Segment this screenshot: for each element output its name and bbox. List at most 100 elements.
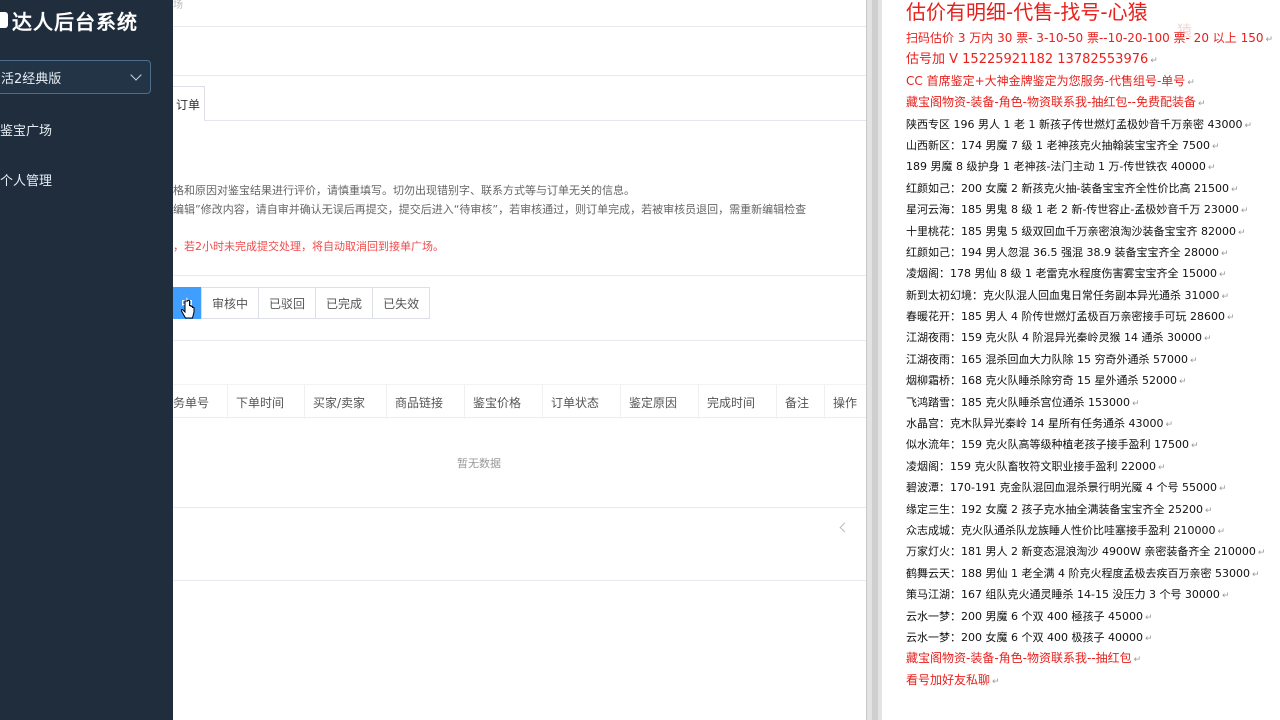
doc-line-text: 鹤舞云天：188 男仙 1 老全满 4 阶克火程度孟极去疾百万亲密 53000 [906,566,1250,580]
doc-line-text: 藏宝阁物资-装备-角色-物资联系我--抽红包 [906,651,1132,666]
paragraph-mark-icon: ↵ [1218,270,1227,281]
paragraph-mark-icon: ↵ [1237,227,1246,238]
doc-line-text: 江湖夜雨：165 混杀回血大力队除 15 穷奇外通杀 57000 [906,352,1188,366]
divider [173,26,866,27]
doc-line: 红颜如己：200 女魔 2 新孩克火抽-装备宝宝齐全性价比高 21500 ↵ [906,178,1280,199]
doc-line-text: 众志成城：克火队通杀队龙族睡人性价比哇塞接手盈利 210000 [906,523,1216,537]
column-header: 鉴定原因 [621,385,699,419]
doc-line-text: 凌烟阁：178 男仙 8 级 1 老雷克水程度伤害雾宝宝齐全 15000 [906,267,1217,281]
doc-line: 烟柳霜桥：168 克火队睡杀除穷奇 15 星外通杀 52000 ↵ [906,370,1280,391]
sidebar-item-label: 鉴宝广场 [0,123,53,139]
doc-line-text: 碧波潭：170-191 克金队混回血混杀景行明光魇 4 个号 55000 [906,481,1217,495]
notice-line: 编辑”修改内容，请自审并确认无误后再提交，提交后进入“待审核”，若审核通过，则订… [173,203,807,216]
doc-line: 春暖花开：185 男人 4 阶传世燃灯孟极百万亲密接手可玩 28600 ↵ [906,306,1280,327]
doc-line-text: 扫码估价 3 万内 30 票- 3-10-50 票--10-20-100 票- … [906,31,1264,45]
doc-line-text: 星河云海：185 男鬼 8 级 1 老 2 新-传世容止-孟极妙音千万 2300… [906,203,1239,217]
paragraph-mark-icon: ↵ [1189,355,1198,366]
doc-line: 碧波潭：170-191 克金队混回血混杀景行明光魇 4 个号 55000 ↵ [906,477,1280,498]
hand-cursor-icon [181,300,195,319]
doc-line: 众志成城：克火队通杀队龙族睡人性价比哇塞接手盈利 210000 ↵ [906,520,1280,541]
tab-underline [205,120,866,121]
doc-line-text: 烟柳霜桥：168 克火队睡杀除穷奇 15 星外通杀 52000 [906,374,1177,388]
paragraph-mark-icon: ↵ [1203,334,1212,345]
main-panel: 场 订单 格和原因对鉴宝结果进行评价，请慎重填写。切勿出现错别字、联系方式等与订… [173,0,866,720]
window-splitter[interactable] [866,0,882,720]
status-tab-expired[interactable]: 已失效 [372,287,431,319]
paragraph-mark-icon: ↵ [1218,484,1227,495]
column-header: 鉴宝价格 [465,385,543,419]
doc-line: 似水流年：159 克火队高等级种植老孩子接手盈利 17500 ↵ [906,434,1280,455]
doc-line: 红颜如己：194 男人忽混 36.5 强混 38.9 装备宝宝齐全 28000 ↵ [906,242,1280,263]
paragraph-mark-icon: ↵ [1230,184,1239,195]
doc-line: 山西新区：174 男魔 7 级 1 老神孩克火抽翰装宝宝齐全 7500 ↵ [906,135,1280,156]
doc-line-text: 飞鸿踏雪：185 克火队睡杀宫位通杀 153000 [906,395,1130,409]
doc-body: 扫码估价 3 万内 30 票- 3-10-50 票--10-20-100 票- … [906,28,1280,691]
doc-line-text: 新到太初幻境：克火队混人回血鬼日常任务副本异光通杀 31000 [906,288,1220,302]
doc-line-text: 云水一梦：200 男魔 6 个双 400 極孩子 45000 [906,609,1143,623]
doc-line: 云水一梦：200 男魔 6 个双 400 極孩子 45000 ↵ [906,606,1280,627]
tab-orders[interactable]: 订单 [173,86,205,121]
paragraph-mark-icon: ↵ [1204,505,1213,516]
paragraph-mark-icon: ↵ [1251,569,1260,580]
divider [173,580,866,581]
empty-state: 暂无数据 [457,457,501,470]
doc-line: 江湖夜雨：159 克火队 4 阶混异光秦岭灵猴 14 通杀 30000 ↵ [906,327,1280,348]
doc-line: 凌烟阁：178 男仙 8 级 1 老雷克水程度伤害雾宝宝齐全 15000 ↵ [906,263,1280,284]
doc-line: 万家灯火：181 男人 2 新变态混浪淘沙 4900W 亲密装备齐全 21000… [906,541,1280,562]
breadcrumb: 场 [173,0,183,11]
divider [173,507,866,508]
sidebar: 达人后台系统 活2经典版 鉴宝广场 个人管理 [0,0,173,720]
status-tab-completed[interactable]: 已完成 [315,287,374,319]
sidebar-item-appraisal-square[interactable]: 鉴宝广场 [0,115,173,143]
paragraph-mark-icon: ↵ [1265,35,1274,45]
doc-line-text: 春暖花开：185 男人 4 阶传世燃灯孟极百万亲密接手可玩 28600 [906,310,1225,324]
doc-line: 云水一梦：200 女魔 6 个双 400 极孩子 40000 ↵ [906,627,1280,648]
column-header: 买家/卖家 [305,385,387,419]
screen: { "sidebar": { "brand": "达人后台系统", "versi… [0,0,1280,720]
paragraph-mark-icon: ↵ [1226,313,1235,324]
sidebar-item-personal-management[interactable]: 个人管理 [0,165,173,193]
doc-line: 江湖夜雨：165 混杀回血大力队除 15 穷奇外通杀 57000 ↵ [906,349,1280,370]
paragraph-mark-icon: ↵ [1190,441,1199,452]
paragraph-mark-icon: ↵ [1144,633,1153,644]
doc-line-text: 水晶宫：克木队异光秦岭 14 星所有任务通杀 43000 [906,417,1164,431]
doc-line: 看号加好友私聊 ↵ [906,670,1280,691]
doc-line: 新到太初幻境：克火队混人回血鬼日常任务副本异光通杀 31000 ↵ [906,285,1280,306]
version-select[interactable]: 活2经典版 [0,60,151,94]
doc-line: 估号加 V 15225921182 13782553976 ↵ [906,49,1280,70]
doc-line: 189 男魔 8 级护身 1 老神孩-法门主动 1 万-传世铁衣 40000 ↵ [906,156,1280,177]
column-header: 下单时间 [228,385,305,419]
chevron-left-icon[interactable] [839,522,850,533]
paragraph-mark-icon: ↵ [992,676,1000,687]
doc-line-text: 山西新区：174 男魔 7 级 1 老神孩克火抽翰装宝宝齐全 7500 [906,138,1210,152]
paragraph-mark-icon: ↵ [1221,591,1230,602]
paragraph-mark-icon: ↵ [1197,99,1206,110]
brand: 达人后台系统 [0,6,138,34]
doc-line: 凌烟阁：159 克火队畜牧符文职业接手盈利 22000 ↵ [906,456,1280,477]
doc-line: 星河云海：185 男鬼 8 级 1 老 2 新-传世容止-孟极妙音千万 2300… [906,199,1280,220]
doc-line-text: 云水一梦：200 女魔 6 个双 400 极孩子 40000 [906,630,1143,644]
scrollbar[interactable] [872,0,878,720]
doc-line: CC 首席鉴定+大神金牌鉴定为您服务-代售组号-单号 ↵ [906,71,1280,92]
brand-title: 达人后台系统 [12,9,138,34]
status-tab-rejected[interactable]: 已驳回 [258,287,317,319]
paragraph-mark-icon: ↵ [1178,377,1187,388]
doc-line-text: 估号加 V 15225921182 13782553976 [906,52,1149,68]
doc-line-text: CC 首席鉴定+大神金牌鉴定为您服务-代售组号-单号 [906,73,1186,88]
doc-line: 缘定三生：192 女魔 2 孩子克水抽全满装备宝宝齐全 25200 ↵ [906,499,1280,520]
column-header: 务单号 [173,385,228,419]
doc-line-text: 藏宝阁物资-装备-角色-物资联系我-抽红包--免费配装备 [906,95,1196,110]
document-pane: 猿 估价有明细-代售-找号-心猿 扫码估价 3 万内 30 票- 3-10-50… [882,0,1280,720]
paragraph-mark-icon: ↵ [1240,206,1249,217]
doc-line-text: 缘定三生：192 女魔 2 孩子克水抽全满装备宝宝齐全 25200 [906,502,1203,516]
paragraph-mark-icon: ↵ [1150,56,1158,67]
doc-line-text: 红颜如己：200 女魔 2 新孩克火抽-装备宝宝齐全性价比高 21500 [906,181,1229,195]
doc-line: 飞鸿踏雪：185 克火队睡杀宫位通杀 153000 ↵ [906,392,1280,413]
status-tab-reviewing[interactable]: 审核中 [201,287,260,319]
paragraph-mark-icon: ↵ [1221,291,1230,302]
notice-line: 格和原因对鉴宝结果进行评价，请慎重填写。切勿出现错别字、联系方式等与订单无关的信… [173,184,635,197]
doc-line-text: 凌烟阁：159 克火队畜牧符文职业接手盈利 22000 [906,459,1156,473]
divider [173,75,866,76]
paragraph-mark-icon: ↵ [1207,163,1216,174]
paragraph-mark-icon: ↵ [1165,420,1174,431]
